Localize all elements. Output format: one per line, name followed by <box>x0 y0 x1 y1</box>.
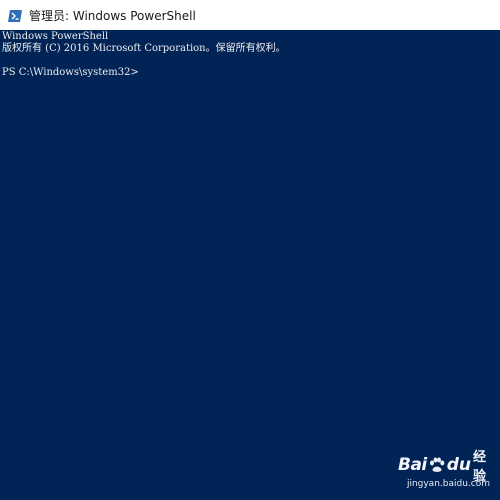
console-output[interactable]: Windows PowerShell 版权所有 (C) 2016 Microso… <box>0 30 500 500</box>
paw-icon <box>428 456 446 474</box>
console-line: 版权所有 (C) 2016 Microsoft Corporation。保留所有… <box>2 43 286 54</box>
powershell-icon <box>8 9 22 22</box>
title-bar[interactable]: 管理员: Windows PowerShell <box>0 0 500 30</box>
powershell-window: 管理员: Windows PowerShell Windows PowerShe… <box>0 0 500 500</box>
console-line: Windows PowerShell <box>2 31 109 42</box>
watermark-url: jingyan.baidu.com <box>406 479 490 489</box>
watermark-brand-left: Bai <box>398 455 427 475</box>
watermark-brand-right: du <box>446 455 472 475</box>
console-prompt[interactable]: PS C:\Windows\system32> <box>2 67 500 79</box>
window-title: 管理员: Windows PowerShell <box>29 8 196 23</box>
baidu-jingyan-watermark: Bai du 经验 jingyan.baidu.com <box>398 450 490 494</box>
